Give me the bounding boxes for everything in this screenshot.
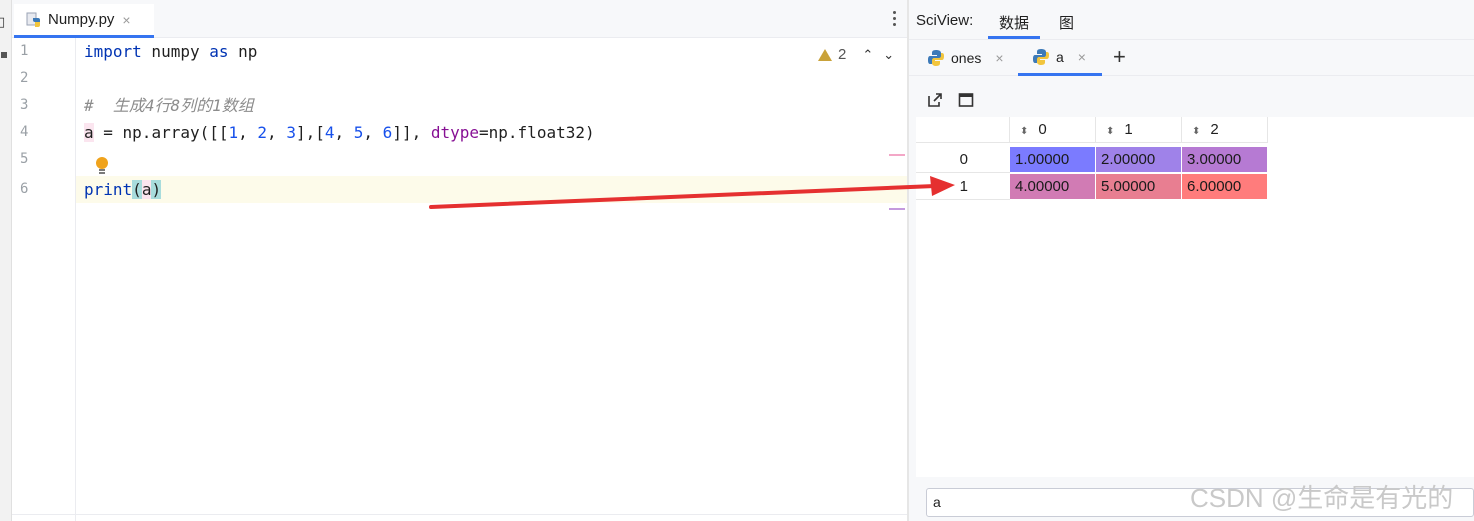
annotation-arrow [429, 176, 955, 209]
